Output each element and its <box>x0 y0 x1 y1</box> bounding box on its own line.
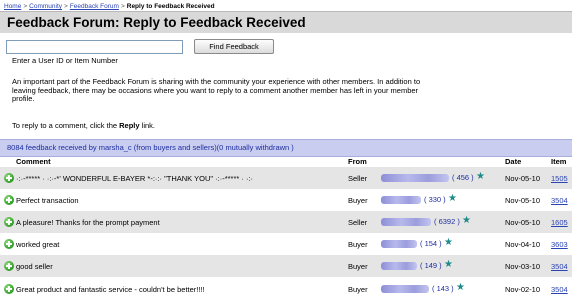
reply-instruction-text: To reply to a comment, click the <box>12 121 120 130</box>
feedback-summary-bar: 8084 feedback received by marsha_c (from… <box>0 139 572 157</box>
positive-feedback-icon <box>4 239 14 249</box>
feedback-role: Buyer <box>348 196 368 205</box>
table-row: good seller Buyer ( 149 ) ★ Nov-03-10 3504 <box>0 255 572 277</box>
feedback-date: Nov-04-10 <box>505 240 541 249</box>
feedback-date: Nov-03-10 <box>505 262 541 271</box>
feedback-score[interactable]: ( 6392 ) <box>434 217 460 226</box>
feedback-score[interactable]: ( 143 ) <box>432 284 454 293</box>
reply-instruction: To reply to a comment, click the Reply l… <box>12 121 155 130</box>
page-title: Feedback Forum: Reply to Feedback Receiv… <box>7 15 306 30</box>
star-icon: ★ <box>462 215 471 226</box>
feedback-date: Nov-05-10 <box>505 218 541 227</box>
breadcrumb-separator: > <box>64 3 68 10</box>
column-header-item: Item <box>551 157 567 166</box>
feedback-date: Nov-05-10 <box>505 174 541 183</box>
star-icon: ★ <box>444 237 453 248</box>
table-row: ·:·-***** · ·:·-*' WONDERFUL E-BAYER *-:… <box>0 167 572 189</box>
feedback-score[interactable]: ( 456 ) <box>452 173 474 182</box>
column-header-date: Date <box>505 157 522 166</box>
user-id-search-input[interactable] <box>6 40 183 54</box>
reply-keyword: Reply <box>119 121 140 130</box>
item-number-link[interactable]: 1505 <box>551 174 568 183</box>
star-icon: ★ <box>476 171 485 182</box>
breadcrumb-current: Reply to Feedback Received <box>126 3 215 10</box>
breadcrumb-separator: > <box>23 3 28 10</box>
breadcrumb-forum-link[interactable]: Feedback Forum <box>70 3 119 10</box>
member-user-id-link[interactable] <box>381 196 421 204</box>
member-user-id-link[interactable] <box>381 262 417 270</box>
feedback-role: Buyer <box>348 285 368 294</box>
feedback-score[interactable]: ( 154 ) <box>420 239 442 248</box>
item-number-link[interactable]: 3504 <box>551 262 568 271</box>
positive-feedback-icon <box>4 217 14 227</box>
feedback-comment: Perfect transaction <box>16 196 79 205</box>
feedback-score[interactable]: ( 149 ) <box>420 261 442 270</box>
star-icon: ★ <box>456 282 465 293</box>
member-user-id-link[interactable] <box>381 240 417 248</box>
feedback-role: Buyer <box>348 240 368 249</box>
member-user-id-link[interactable] <box>381 218 431 226</box>
feedback-summary: 8084 feedback received by marsha_c (from… <box>7 143 294 152</box>
feedback-role: Seller <box>348 218 368 227</box>
search-hint: Enter a User ID or Item Number <box>12 56 118 65</box>
positive-feedback-icon <box>4 284 14 294</box>
column-header-from: From <box>348 157 367 166</box>
breadcrumb-home-link[interactable]: Home <box>4 3 21 10</box>
breadcrumb-separator: > <box>120 3 125 10</box>
feedback-role: Buyer <box>348 262 368 271</box>
intro-text: An important part of the Feedback Forum … <box>12 77 421 104</box>
feedback-score[interactable]: ( 330 ) <box>424 195 446 204</box>
column-header-comment: Comment <box>16 157 51 166</box>
breadcrumb: Home > Community > Feedback Forum > Reply to F… <box>4 2 215 11</box>
feedback-comment: Great product and fantastic service - co… <box>16 285 205 294</box>
feedback-date: Nov-05-10 <box>505 196 541 205</box>
table-row: Perfect transaction Buyer ( 330 ) ★ Nov-05-1… <box>0 189 572 211</box>
breadcrumb-community-link[interactable]: Community <box>29 3 62 10</box>
item-number-link[interactable]: 3504 <box>551 196 568 205</box>
member-user-id-link[interactable] <box>381 285 429 293</box>
title-bar: Feedback Forum: Reply to Feedback Receiv… <box>0 11 572 33</box>
feedback-date: Nov-02-10 <box>505 285 541 294</box>
positive-feedback-icon <box>4 195 14 205</box>
member-user-id-link[interactable] <box>381 174 449 182</box>
star-icon: ★ <box>444 259 453 270</box>
table-row: A pleasure! Thanks for the prompt paymen… <box>0 211 572 233</box>
table-row: worked great Buyer ( 154 ) ★ Nov-04-10 3603 <box>0 233 572 255</box>
feedback-comment: A pleasure! Thanks for the prompt paymen… <box>16 218 160 227</box>
item-number-link[interactable]: 3603 <box>551 240 568 249</box>
table-header: Comment From Date Item <box>0 156 572 167</box>
feedback-role: Seller <box>348 174 368 183</box>
positive-feedback-icon <box>4 261 14 271</box>
feedback-comment: good seller <box>16 262 53 271</box>
star-icon: ★ <box>448 193 457 204</box>
feedback-comment: worked great <box>16 240 60 249</box>
positive-feedback-icon <box>4 173 14 183</box>
item-number-link[interactable]: 1605 <box>551 218 568 227</box>
feedback-comment: ·:·-***** · ·:·-*' WONDERFUL E-BAYER *-:… <box>16 174 254 183</box>
find-feedback-button[interactable]: Find Feedback <box>194 39 274 54</box>
item-number-link[interactable]: 3504 <box>551 285 568 294</box>
table-row: Great product and fantastic service - co… <box>0 278 572 300</box>
reply-instruction-end: link. <box>139 121 155 130</box>
